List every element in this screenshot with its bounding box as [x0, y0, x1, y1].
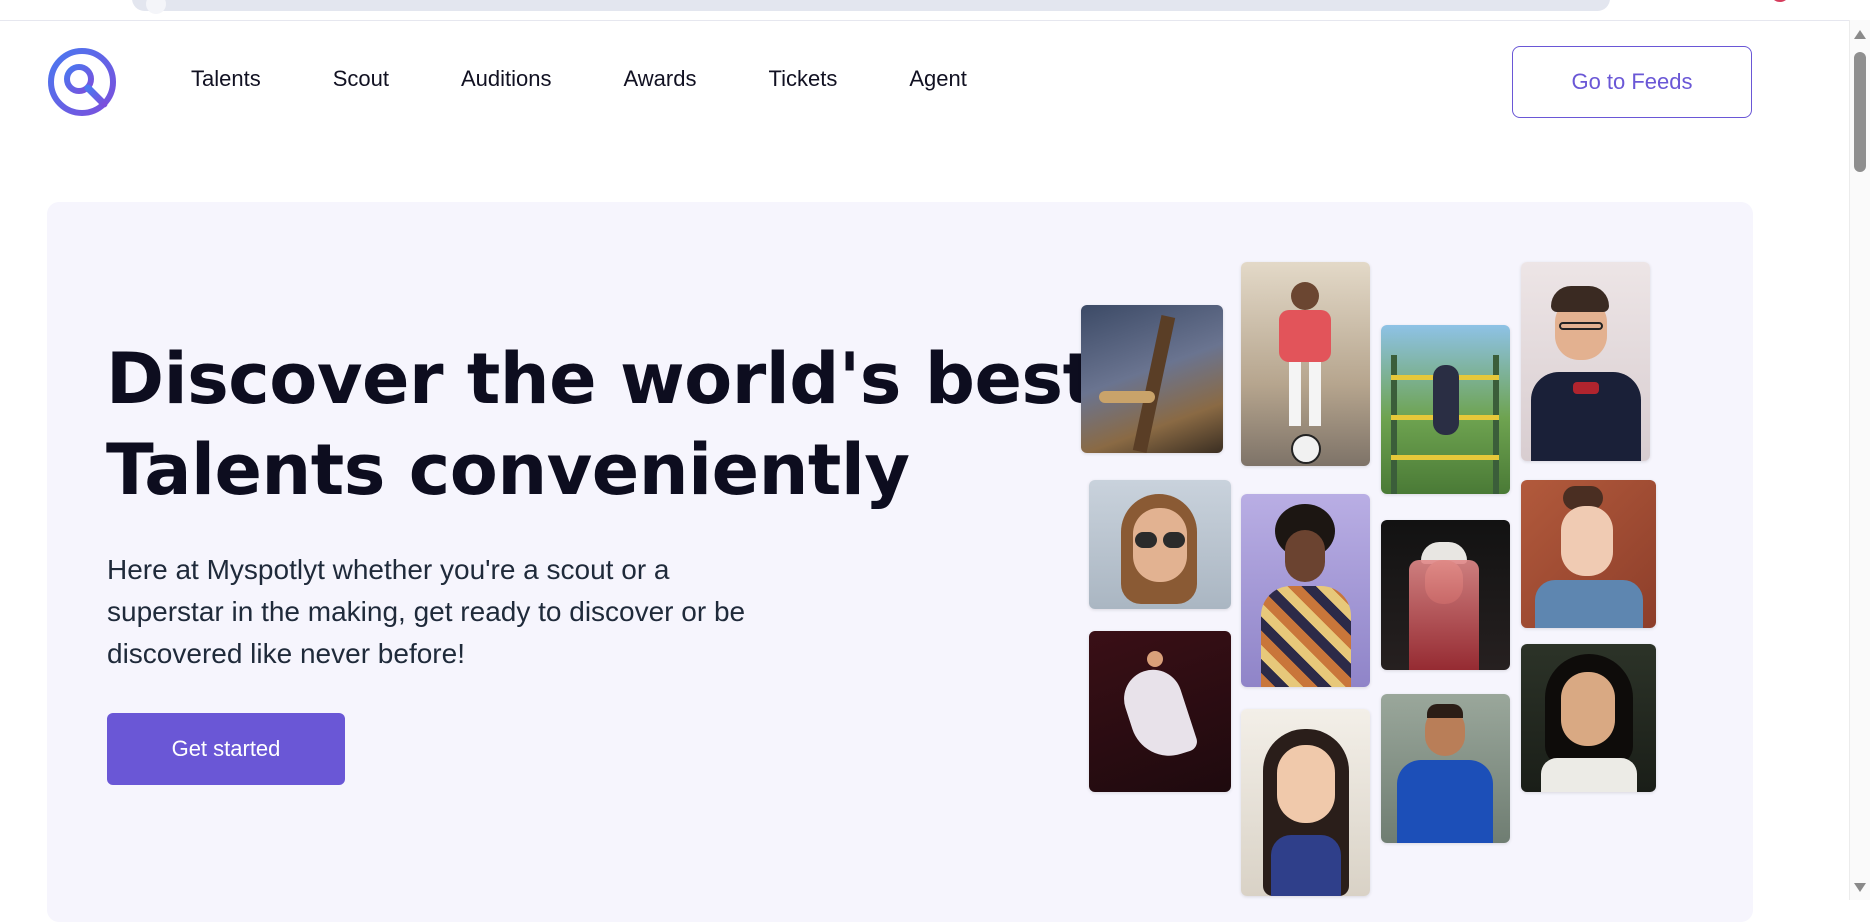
hero-subtext: Here at Myspotlyt whether you're a scout…	[107, 554, 746, 669]
dark-hair-woman-photo	[1521, 644, 1656, 792]
hero-headline-line-1: Discover the world's best	[106, 338, 1096, 420]
singer-microphone-photo	[1241, 494, 1370, 687]
nav-item-tickets[interactable]: Tickets	[768, 66, 837, 92]
nav-item-scout[interactable]: Scout	[333, 66, 389, 92]
painter-photo	[1081, 305, 1223, 453]
profile-icon[interactable]	[1770, 0, 1790, 2]
hero-headline-line-2: Talents conveniently	[106, 429, 910, 511]
rapper-photo	[1381, 520, 1510, 670]
main-nav: Talents Scout Auditions Awards Tickets A…	[191, 66, 1039, 92]
gymnast-photo	[1381, 325, 1510, 494]
bowtie-man-photo	[1521, 262, 1650, 461]
get-started-button[interactable]: Get started	[107, 713, 345, 785]
scroll-thumb[interactable]	[1854, 52, 1866, 172]
magnifier-logo-icon[interactable]	[46, 46, 118, 118]
nav-item-talents[interactable]: Talents	[191, 66, 261, 92]
scroll-down-arrow-icon[interactable]	[1854, 883, 1866, 892]
go-to-feeds-button[interactable]: Go to Feeds	[1512, 46, 1752, 118]
sunglasses-woman-photo	[1089, 480, 1231, 609]
page-scrollbar[interactable]	[1849, 20, 1870, 900]
nav-item-awards[interactable]: Awards	[624, 66, 697, 92]
smiling-girl-photo	[1241, 709, 1370, 896]
nav-item-agent[interactable]: Agent	[909, 66, 967, 92]
footballer-girl-photo	[1241, 262, 1370, 466]
browser-top-strip	[0, 0, 1870, 21]
scroll-up-arrow-icon[interactable]	[1854, 30, 1866, 39]
hero-headline: Discover the world's best Talents conven…	[106, 334, 1096, 516]
address-bar-icon	[146, 0, 166, 14]
short-hair-woman-photo	[1521, 480, 1656, 628]
nav-item-auditions[interactable]: Auditions	[461, 66, 552, 92]
address-bar[interactable]	[132, 0, 1610, 14]
soccer-player-photo	[1381, 694, 1510, 843]
dancer-photo	[1089, 631, 1231, 792]
